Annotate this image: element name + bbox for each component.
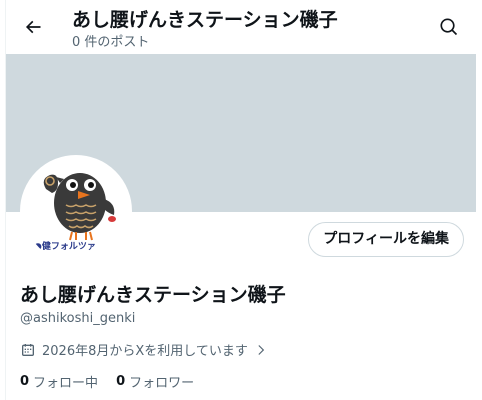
following-label: フォロー中 [33,376,99,391]
avatar[interactable]: ●健フォルツァ [20,155,132,267]
calendar-icon [22,343,34,356]
following-link[interactable]: 0 フォロー中 [20,372,98,391]
user-handle: @ashikoshi_genki [20,311,136,326]
followers-link[interactable]: 0 フォロワー [116,372,194,391]
joined-text: 2026年8月からXを利用しています [42,344,248,359]
avatar-caption: ●健フォルツァ [34,242,96,252]
header-title: あし腰げんきステーション磯子 [72,9,338,31]
back-arrow-icon [25,20,41,34]
edit-profile-button[interactable]: プロフィールを編集 [308,222,464,257]
back-button[interactable] [18,12,48,42]
search-icon [440,18,458,36]
post-count: 0 件のポスト [72,35,150,50]
following-count: 0 [20,374,30,389]
search-button[interactable] [434,12,464,42]
right-gutter [476,0,482,400]
follow-stats: 0 フォロー中 0 フォロワー [20,372,212,391]
followers-count: 0 [116,374,126,389]
profile-header-bar: あし腰げんきステーション磯子 0 件のポスト [6,0,476,53]
display-name: あし腰げんきステーション磯子 [20,284,286,306]
joined-date[interactable]: 2026年8月からXを利用しています [20,340,274,359]
header-title-block: あし腰げんきステーション磯子 0 件のポスト [72,8,338,52]
chevron-right-icon [258,344,265,355]
followers-label: フォロワー [129,376,195,391]
